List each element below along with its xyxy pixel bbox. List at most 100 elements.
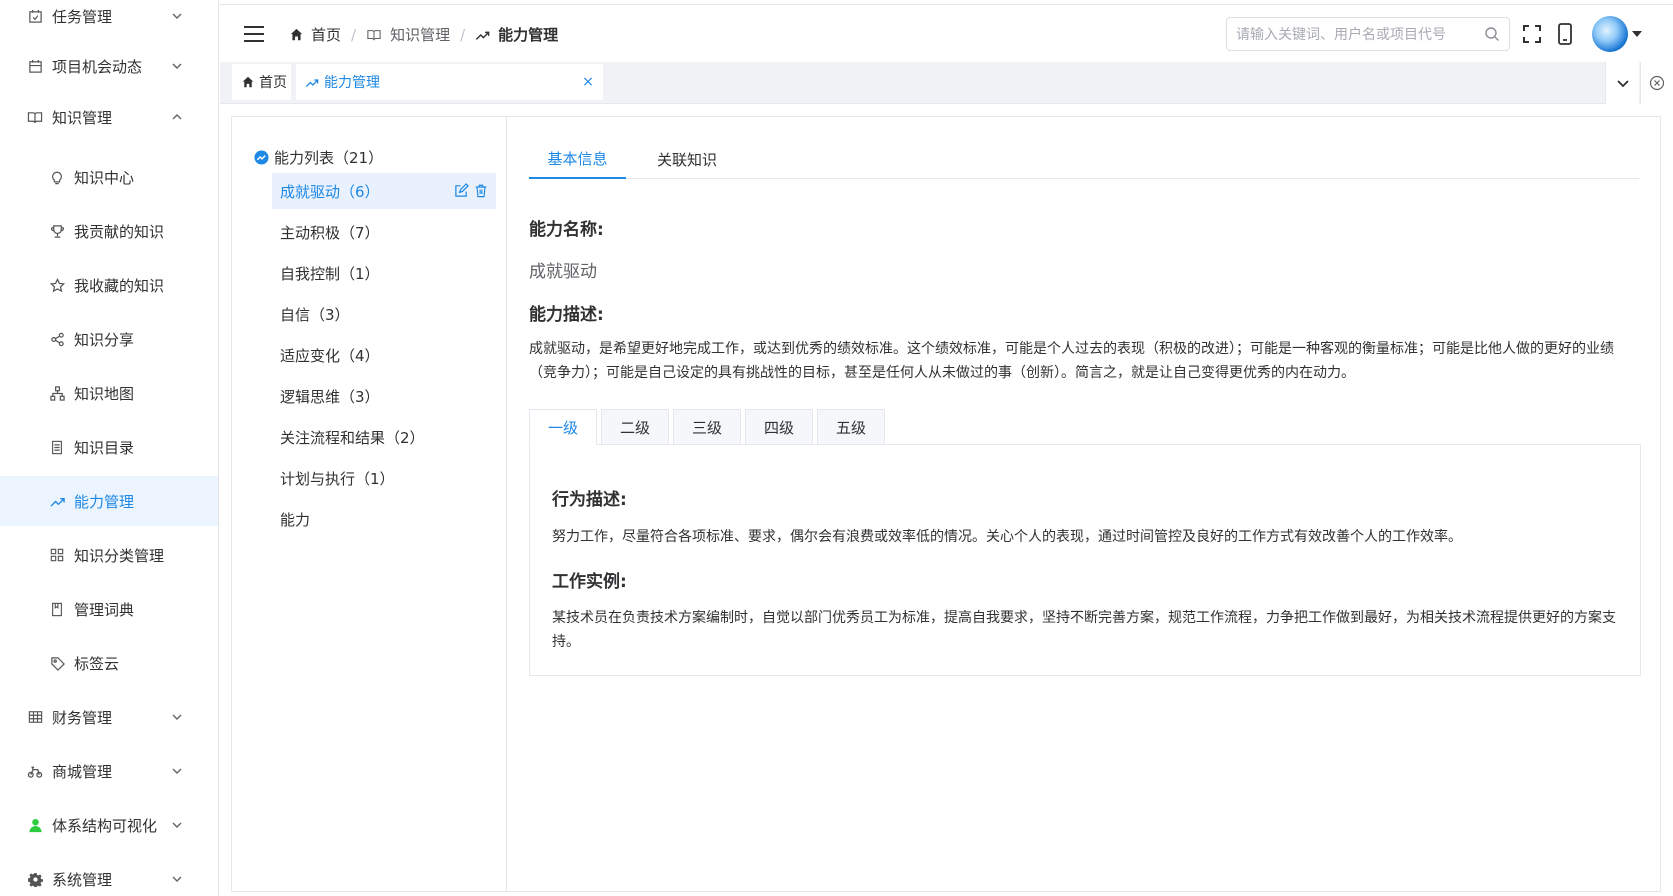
mobile-icon[interactable]	[1553, 22, 1577, 46]
tab-related-knowledge[interactable]: 关联知识	[646, 139, 728, 179]
grid-icon	[48, 546, 66, 564]
trend-icon	[476, 31, 490, 40]
close-icon[interactable]: ×	[581, 74, 595, 90]
star-icon	[48, 276, 66, 294]
tree-node[interactable]: 主动积极（7）	[272, 214, 496, 250]
search-input[interactable]	[1236, 26, 1476, 42]
trend-circle-icon	[254, 150, 269, 165]
edit-icon[interactable]	[454, 183, 469, 198]
sidebar-item-my-contributed[interactable]: 我贡献的知识	[0, 206, 218, 256]
hamburger-menu-icon[interactable]	[242, 22, 266, 46]
chevron-up-icon	[169, 109, 185, 125]
chevron-down-icon	[169, 58, 185, 74]
sidebar-item-knowledge-share[interactable]: 知识分享	[0, 314, 218, 364]
tag-icon	[48, 654, 66, 672]
person-icon	[26, 816, 44, 834]
book-icon	[26, 108, 44, 126]
search-box	[1226, 17, 1510, 51]
sidebar-item-knowledge-map[interactable]: 知识地图	[0, 368, 218, 418]
tags-dropdown-button[interactable]	[1605, 62, 1639, 104]
ability-tree-panel: 能力列表（21） 成就驱动（6） 主动积极（7） 自我控制（1） 自信（3） 适…	[232, 117, 507, 891]
home-icon	[242, 76, 254, 88]
tree-node[interactable]: 适应变化（4）	[272, 337, 496, 373]
sidebar-item-mall-management[interactable]: 商城管理	[0, 746, 218, 796]
chevron-down-icon	[1616, 80, 1629, 88]
trend-icon	[48, 492, 66, 510]
tab-level-3[interactable]: 三级	[673, 409, 741, 445]
calendar-icon	[26, 57, 44, 75]
ability-desc-label: 能力描述:	[529, 305, 604, 325]
tree-node[interactable]: 逻辑思维（3）	[272, 378, 496, 414]
tab-level-5[interactable]: 五级	[817, 409, 885, 445]
tags-view: 首页 能力管理 ×	[220, 62, 1673, 104]
tab-level-2[interactable]: 二级	[601, 409, 669, 445]
example-value: 某技术员在负责技术方案编制时，自觉以部门优秀员工为标准，提高自我要求，坚持不断完…	[552, 610, 1616, 650]
chevron-down-icon	[169, 709, 185, 725]
sidebar-item-knowledge-center[interactable]: 知识中心	[0, 152, 218, 202]
delete-icon[interactable]	[474, 183, 488, 198]
sidebar-item-dictionary[interactable]: 管理词典	[0, 584, 218, 634]
sidebar: 任务管理 项目机会动态 知识管理 知识中心 我贡献的知识 我收藏的知识 知识分享…	[0, 0, 219, 896]
sidebar-item-knowledge-management[interactable]: 知识管理	[0, 92, 218, 142]
tag-home[interactable]: 首页	[232, 64, 291, 100]
breadcrumb-home[interactable]: 首页	[290, 24, 341, 45]
top-divider	[0, 0, 1673, 5]
example-label: 工作实例:	[552, 572, 627, 592]
tree-node[interactable]: 自信（3）	[272, 296, 496, 332]
chevron-down-icon	[169, 817, 185, 833]
tree-node[interactable]: 自我控制（1）	[272, 255, 496, 291]
tab-basic-info[interactable]: 基本信息	[529, 139, 626, 179]
org-chart-icon	[48, 384, 66, 402]
tag-ability-management[interactable]: 能力管理 ×	[296, 64, 603, 100]
main-content: 能力列表（21） 成就驱动（6） 主动积极（7） 自我控制（1） 自信（3） 适…	[231, 116, 1661, 892]
tree-root[interactable]: 能力列表（21）	[254, 147, 383, 168]
sidebar-item-my-favorites[interactable]: 我收藏的知识	[0, 260, 218, 310]
sidebar-item-ability-management[interactable]: 能力管理	[0, 476, 218, 526]
sidebar-item-project-opportunity[interactable]: 项目机会动态	[0, 41, 218, 91]
breadcrumb-knowledge[interactable]: 知识管理	[366, 24, 450, 45]
ability-name-label: 能力名称:	[529, 220, 604, 240]
ability-name-value: 成就驱动	[529, 262, 597, 282]
table-icon	[26, 708, 44, 726]
tab-level-1[interactable]: 一级	[529, 409, 597, 445]
sidebar-item-knowledge-catalog[interactable]: 知识目录	[0, 422, 218, 472]
share-icon	[48, 330, 66, 348]
sidebar-item-system-management[interactable]: 系统管理	[0, 854, 218, 896]
lightbulb-icon	[48, 168, 66, 186]
sidebar-item-tag-cloud[interactable]: 标签云	[0, 638, 218, 688]
search-icon[interactable]	[1484, 26, 1500, 42]
level-content: 行为描述: 努力工作，尽量符合各项标准、要求，偶尔会有浪费或效率低的情况。关心个…	[529, 444, 1641, 676]
close-all-tags-button[interactable]	[1640, 62, 1673, 104]
avatar[interactable]	[1592, 16, 1628, 52]
tab-level-4[interactable]: 四级	[745, 409, 813, 445]
breadcrumb: 首页 / 知识管理 / 能力管理	[290, 24, 558, 45]
sidebar-item-architecture-visualization[interactable]: 体系结构可视化	[0, 800, 218, 850]
tree-node[interactable]: 成就驱动（6）	[272, 173, 496, 209]
detail-tabs: 基本信息 关联知识	[529, 139, 1639, 179]
dictionary-icon	[48, 600, 66, 618]
behavior-label: 行为描述:	[552, 490, 627, 510]
tree-node[interactable]: 能力	[272, 501, 496, 537]
sidebar-item-category-management[interactable]: 知识分类管理	[0, 530, 218, 580]
chevron-down-icon	[169, 8, 185, 24]
chevron-down-icon	[169, 763, 185, 779]
gear-icon	[26, 870, 44, 888]
bike-icon	[26, 762, 44, 780]
book-icon	[367, 29, 381, 40]
fullscreen-icon[interactable]	[1520, 22, 1544, 46]
list-icon	[48, 438, 66, 456]
chevron-down-icon	[169, 871, 185, 887]
circle-close-icon	[1649, 75, 1665, 91]
sidebar-item-finance-management[interactable]: 财务管理	[0, 692, 218, 742]
sidebar-item-task-management[interactable]: 任务管理	[0, 0, 218, 41]
calendar-check-icon	[26, 7, 44, 25]
top-header: 首页 / 知识管理 / 能力管理	[220, 6, 1673, 62]
behavior-value: 努力工作，尽量符合各项标准、要求，偶尔会有浪费或效率低的情况。关心个人的表现，通…	[552, 529, 1462, 545]
caret-down-icon[interactable]	[1632, 31, 1642, 37]
trophy-icon	[48, 222, 66, 240]
tree-node[interactable]: 计划与执行（1）	[272, 460, 496, 496]
tree-node[interactable]: 关注流程和结果（2）	[272, 419, 496, 455]
home-icon	[290, 28, 303, 41]
ability-desc-value: 成就驱动，是希望更好地完成工作，或达到优秀的绩效标准。这个绩效标准，可能是个人过…	[529, 341, 1614, 381]
breadcrumb-current: 能力管理	[475, 24, 558, 45]
